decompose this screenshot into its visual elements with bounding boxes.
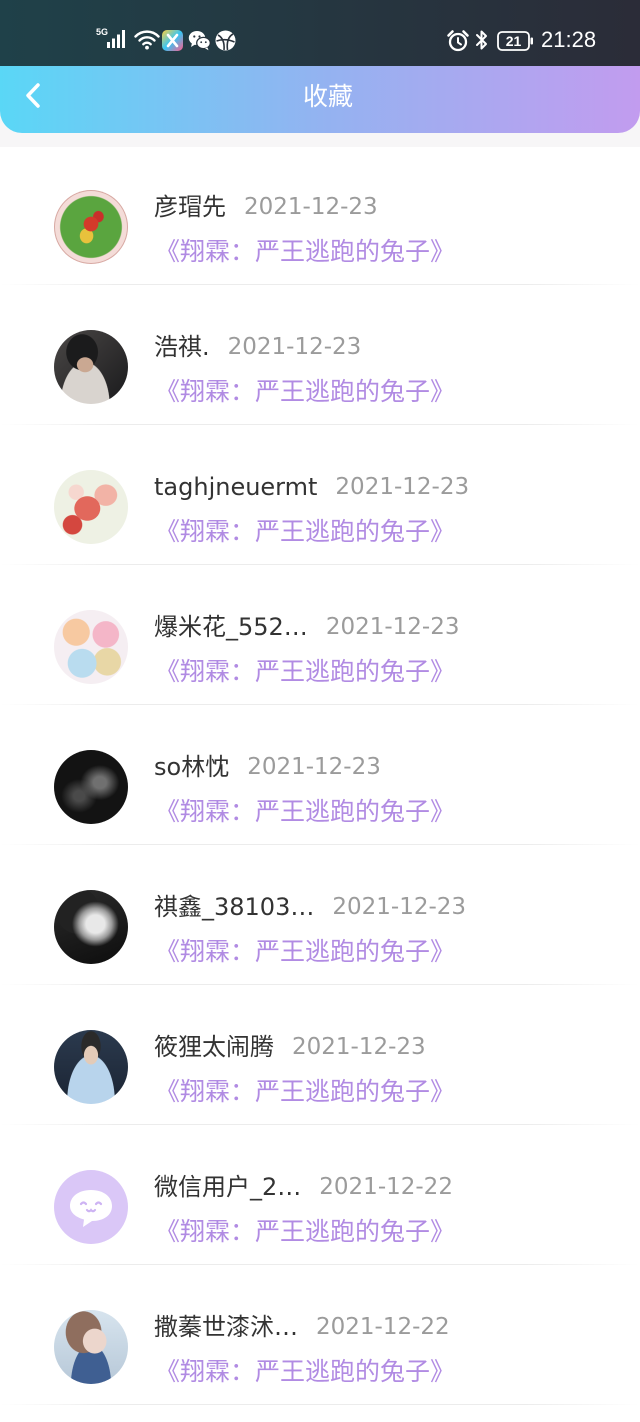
status-bar: 5G 21 21:28	[0, 0, 640, 66]
avatar[interactable]	[54, 610, 128, 684]
list-item-header: so林忱 2021-12-23	[154, 752, 381, 782]
divider	[0, 704, 640, 705]
bluetooth-icon	[474, 28, 490, 52]
list-item[interactable]: 彦瑁先 2021-12-23 《翔霖：严王逃跑的兔子》	[0, 147, 640, 287]
user-name: 撒蓁世漆沭…	[154, 1313, 298, 1341]
page-title: 收藏	[302, 82, 353, 111]
list-item-header: 筱狸太闹腾 2021-12-23	[154, 1032, 426, 1062]
favorites-list: 彦瑁先 2021-12-23 《翔霖：严王逃跑的兔子》 浩祺. 2021-12-…	[0, 147, 640, 1422]
list-item-header: 彦瑁先 2021-12-23	[154, 192, 378, 222]
user-name: so林忱	[154, 753, 230, 781]
date: 2021-12-23	[325, 614, 460, 640]
avatar[interactable]	[54, 1170, 128, 1244]
date: 2021-12-23	[247, 754, 381, 780]
work-title[interactable]: 《翔霖：严王逃跑的兔子》	[155, 937, 455, 967]
avatar[interactable]	[54, 1310, 128, 1384]
list-item-header: taghjneuermt 2021-12-23	[154, 472, 469, 502]
avatar[interactable]	[54, 330, 128, 404]
divider	[0, 1264, 640, 1265]
date: 2021-12-22	[319, 1174, 453, 1200]
divider	[0, 1404, 640, 1405]
header-bar: 收藏	[0, 66, 640, 133]
list-item-header: 浩祺. 2021-12-23	[154, 332, 361, 362]
date: 2021-12-22	[316, 1314, 450, 1340]
avatar[interactable]	[54, 470, 128, 544]
divider	[0, 284, 640, 285]
list-item-header: 撒蓁世漆沭… 2021-12-22	[154, 1312, 450, 1342]
date: 2021-12-23	[335, 474, 470, 500]
wifi-icon	[134, 29, 160, 50]
avatar[interactable]	[54, 190, 128, 264]
browser-icon	[215, 30, 236, 51]
list-item[interactable]: 筱狸太闹腾 2021-12-23 《翔霖：严王逃跑的兔子》	[0, 987, 640, 1127]
chat-bubble-face-icon	[54, 1170, 128, 1244]
user-name: 筱狸太闹腾	[154, 1033, 274, 1061]
divider	[0, 844, 640, 845]
avatar[interactable]	[54, 890, 128, 964]
user-name: 爆米花_552…	[154, 613, 308, 641]
work-title[interactable]: 《翔霖：严王逃跑的兔子》	[155, 1217, 455, 1247]
date: 2021-12-23	[227, 334, 362, 360]
divider	[0, 564, 640, 565]
alarm-icon	[446, 29, 470, 53]
user-name: taghjneuermt	[154, 473, 318, 501]
list-item-header: 祺鑫_38103… 2021-12-23	[154, 892, 466, 922]
user-name: 彦瑁先	[154, 193, 226, 221]
clock-time: 21:28	[541, 27, 597, 52]
list-item[interactable]: so林忱 2021-12-23 《翔霖：严王逃跑的兔子》	[0, 707, 640, 847]
divider	[0, 984, 640, 985]
user-name: 祺鑫_38103…	[154, 893, 315, 921]
signal-icon	[106, 30, 126, 48]
list-item[interactable]: 撒蓁世漆沭… 2021-12-22 《翔霖：严王逃跑的兔子》	[0, 1267, 640, 1407]
work-title[interactable]: 《翔霖：严王逃跑的兔子》	[155, 1357, 455, 1387]
list-item[interactable]: 浩祺. 2021-12-23 《翔霖：严王逃跑的兔子》	[0, 287, 640, 427]
list-item[interactable]: taghjneuermt 2021-12-23 《翔霖：严王逃跑的兔子》	[0, 427, 640, 567]
app-notification-icon	[162, 30, 183, 51]
divider	[0, 424, 640, 425]
work-title[interactable]: 《翔霖：严王逃跑的兔子》	[155, 657, 455, 687]
avatar[interactable]	[54, 750, 128, 824]
list-item[interactable]: 微信用户_2… 2021-12-22 《翔霖：严王逃跑的兔子》	[0, 1127, 640, 1267]
user-name: 微信用户_2…	[154, 1173, 302, 1201]
list-item[interactable]: 爆米花_552… 2021-12-23 《翔霖：严王逃跑的兔子》	[0, 567, 640, 707]
date: 2021-12-23	[292, 1034, 426, 1060]
avatar[interactable]	[54, 1030, 128, 1104]
list-item[interactable]: 祺鑫_38103… 2021-12-23 《翔霖：严王逃跑的兔子》	[0, 847, 640, 987]
battery-level: 21	[505, 33, 522, 49]
date: 2021-12-23	[244, 194, 378, 220]
work-title[interactable]: 《翔霖：严王逃跑的兔子》	[155, 1077, 455, 1107]
work-title[interactable]: 《翔霖：严王逃跑的兔子》	[155, 797, 455, 827]
date: 2021-12-23	[332, 894, 467, 920]
divider	[0, 1124, 640, 1125]
list-item-header: 爆米花_552… 2021-12-23	[154, 612, 459, 642]
wechat-icon	[188, 30, 211, 51]
work-title[interactable]: 《翔霖：严王逃跑的兔子》	[155, 377, 455, 407]
list-item-header: 微信用户_2… 2021-12-22	[154, 1172, 453, 1202]
work-title[interactable]: 《翔霖：严王逃跑的兔子》	[155, 517, 455, 547]
user-name: 浩祺.	[154, 333, 210, 361]
work-title[interactable]: 《翔霖：严王逃跑的兔子》	[155, 237, 455, 267]
